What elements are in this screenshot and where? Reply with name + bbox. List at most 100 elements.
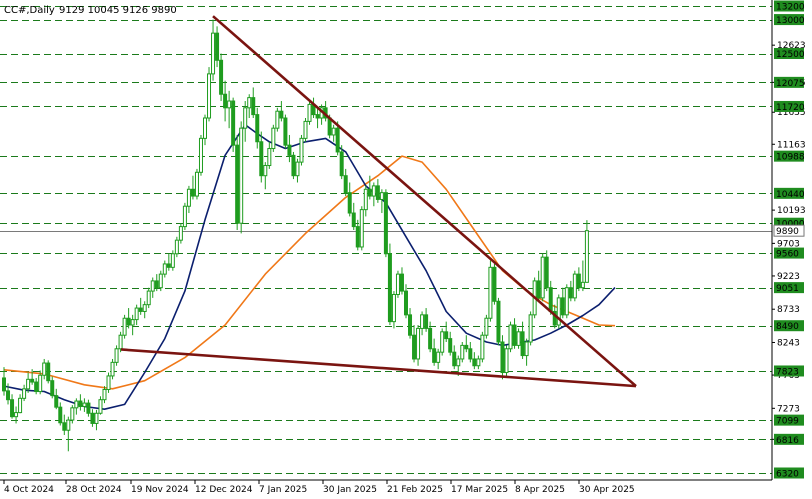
candle-body bbox=[231, 100, 236, 146]
candle bbox=[516, 328, 521, 349]
candle-body bbox=[90, 412, 95, 424]
candle bbox=[359, 206, 364, 251]
price-tick-label: 8733 bbox=[777, 305, 800, 315]
candle-body bbox=[78, 400, 83, 407]
candle-body bbox=[371, 185, 376, 197]
time-tick-label: 21 Feb 2025 bbox=[387, 485, 443, 495]
candle-body bbox=[62, 422, 67, 431]
candle-body bbox=[448, 338, 453, 353]
candle-body bbox=[50, 380, 55, 397]
candle bbox=[146, 287, 151, 309]
candle-body bbox=[203, 117, 207, 139]
candle-body bbox=[182, 205, 187, 228]
candle-body bbox=[166, 263, 171, 268]
candle-body bbox=[279, 110, 284, 119]
candle-body bbox=[408, 314, 413, 336]
candle-body bbox=[436, 351, 441, 363]
level-tag-label: 6816 bbox=[776, 436, 799, 446]
candle-body bbox=[496, 300, 501, 343]
candle-body bbox=[54, 395, 59, 408]
candle-body bbox=[500, 341, 505, 374]
level-tag-label: 13200 bbox=[776, 3, 805, 13]
candle-body bbox=[194, 171, 199, 197]
candle-body bbox=[150, 280, 155, 292]
price-tick-label: 7273 bbox=[777, 404, 800, 414]
level-tag-label: 10440 bbox=[776, 190, 805, 200]
level-tag-label: 12500 bbox=[776, 50, 805, 60]
time-tick-label: 30 Jan 2025 bbox=[323, 485, 377, 495]
candle-body bbox=[492, 266, 497, 302]
candle-body bbox=[154, 280, 159, 289]
candle-body bbox=[568, 287, 573, 299]
candle bbox=[239, 121, 244, 234]
candle-body bbox=[134, 307, 139, 321]
candle-body bbox=[98, 399, 103, 414]
candle-body bbox=[456, 358, 461, 367]
candle-body bbox=[343, 175, 348, 194]
candle-body bbox=[444, 331, 449, 340]
candle-body bbox=[66, 419, 71, 431]
candle-body bbox=[170, 253, 175, 268]
level-tag-label: 9560 bbox=[776, 250, 799, 260]
chart-title: CC#,Daily bbox=[4, 5, 55, 16]
price-tick-label: 10193 bbox=[777, 206, 806, 216]
candle bbox=[194, 168, 199, 200]
time-tick-label: 30 Apr 2025 bbox=[579, 485, 635, 495]
candle-body bbox=[464, 344, 469, 350]
candle-body bbox=[146, 290, 151, 306]
candle bbox=[158, 270, 163, 292]
candle-body bbox=[219, 59, 224, 95]
candle-body bbox=[540, 256, 545, 299]
candle bbox=[572, 270, 577, 302]
candle-body bbox=[424, 314, 429, 329]
candle-body bbox=[572, 273, 577, 299]
current-price-tag-label: 9890 bbox=[776, 227, 799, 237]
candle-body bbox=[283, 117, 288, 146]
price-tick-label: 11163 bbox=[777, 140, 806, 150]
candle-body bbox=[391, 293, 396, 323]
candle-body bbox=[215, 32, 220, 61]
time-tick-label: 4 Oct 2024 bbox=[4, 485, 54, 495]
candle-body bbox=[460, 344, 465, 360]
candle-body bbox=[207, 73, 212, 119]
candle bbox=[106, 372, 111, 393]
candle-body bbox=[42, 362, 47, 376]
candle-body bbox=[58, 406, 63, 424]
candle-body bbox=[126, 317, 131, 326]
time-tick-label: 7 Jan 2025 bbox=[259, 485, 307, 495]
candle-body bbox=[26, 378, 31, 390]
candle-body bbox=[186, 188, 191, 207]
candle-body bbox=[110, 361, 115, 377]
candle-body bbox=[468, 348, 473, 360]
candle-body bbox=[6, 390, 11, 401]
candle bbox=[307, 101, 312, 125]
candle bbox=[500, 335, 505, 380]
candle bbox=[110, 358, 115, 380]
candle bbox=[303, 117, 308, 142]
candle-body bbox=[303, 120, 308, 139]
candle-body bbox=[106, 375, 111, 391]
candle bbox=[283, 114, 288, 149]
candle-body bbox=[351, 212, 356, 228]
candle-body bbox=[504, 348, 509, 374]
level-tag-label: 10988 bbox=[776, 153, 805, 163]
candle bbox=[484, 314, 489, 339]
level-tag-label: 11720 bbox=[776, 103, 805, 113]
candle-body bbox=[94, 412, 99, 424]
candle bbox=[182, 202, 187, 230]
time-tick-label: 17 Mar 2025 bbox=[451, 485, 508, 495]
candle-body bbox=[399, 273, 404, 292]
candle-body bbox=[520, 331, 525, 357]
candle-body bbox=[30, 378, 35, 383]
candle-body bbox=[158, 273, 163, 289]
candle bbox=[170, 250, 175, 271]
candle-body bbox=[287, 144, 292, 156]
price-chart[interactable]: 1262312075116351116310193970392238733824… bbox=[0, 0, 812, 499]
candle-body bbox=[528, 314, 533, 343]
time-tick-label: 19 Nov 2024 bbox=[131, 485, 189, 495]
candle-body bbox=[412, 334, 417, 360]
candle-body bbox=[74, 400, 79, 409]
candle bbox=[528, 311, 533, 346]
candle-body bbox=[560, 297, 565, 316]
candle-body bbox=[480, 334, 485, 360]
